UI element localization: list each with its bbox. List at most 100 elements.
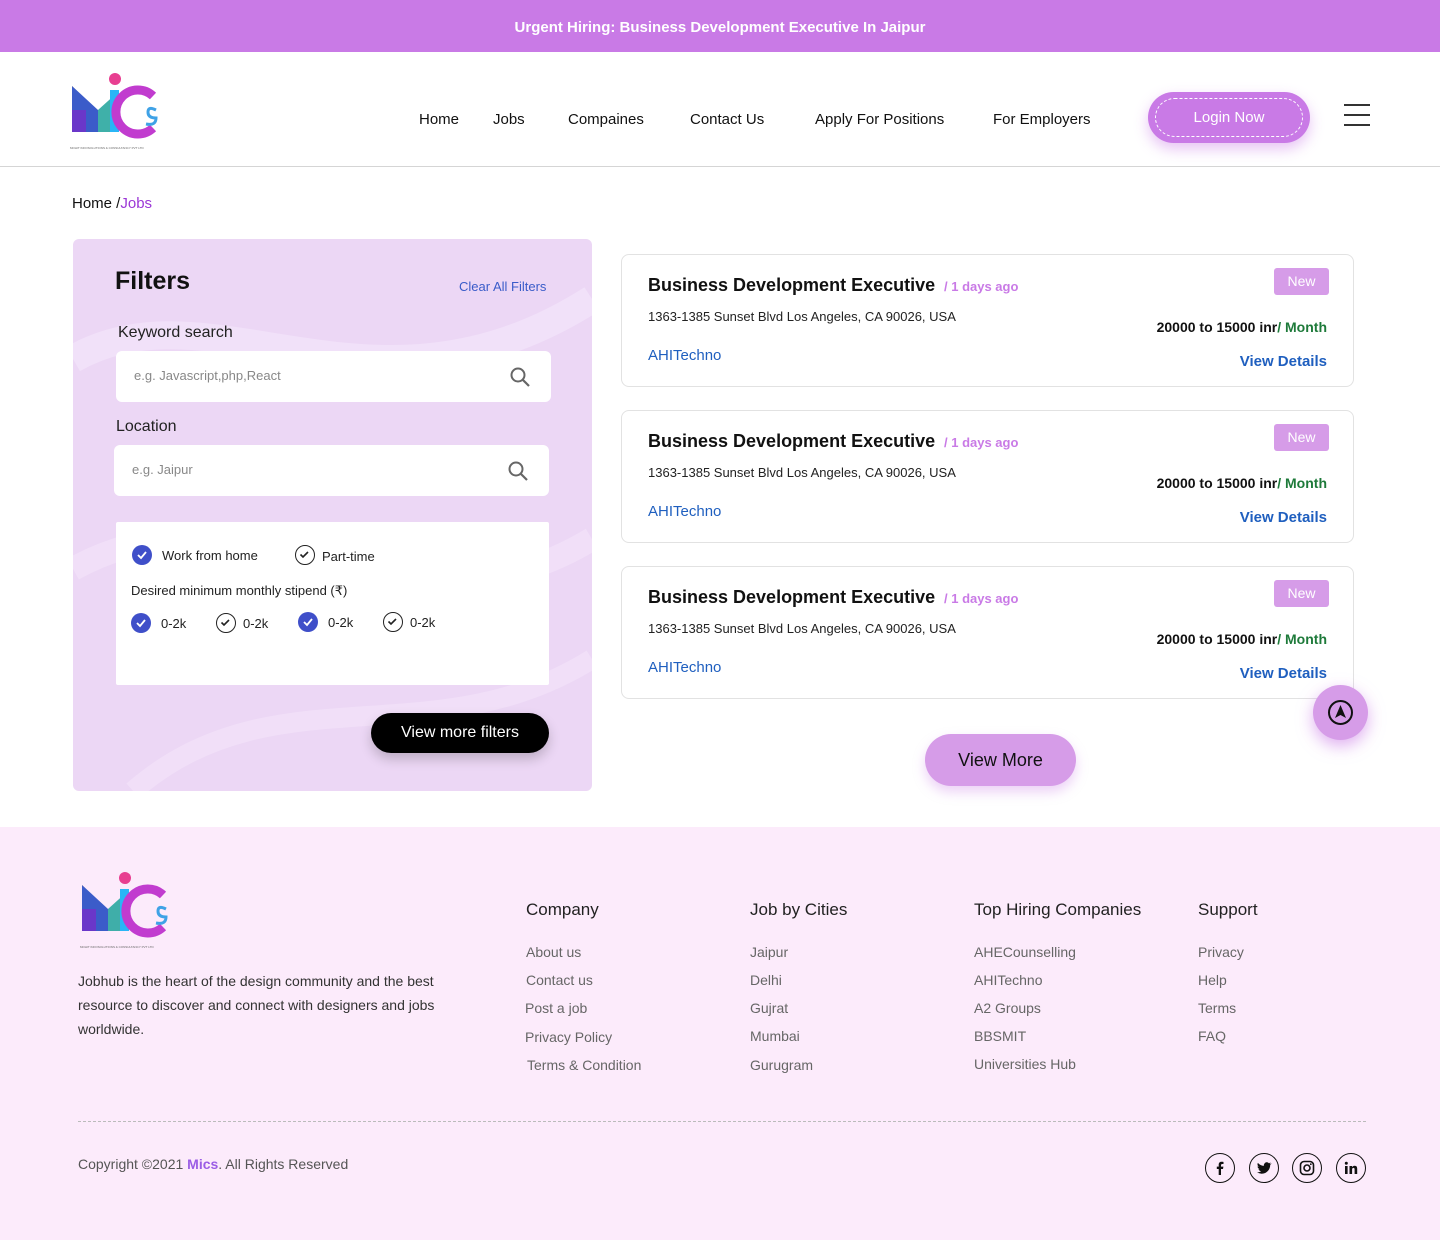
- facebook-icon[interactable]: [1205, 1153, 1235, 1183]
- filters-panel: Filters Clear All Filters Keyword search…: [73, 239, 592, 791]
- job-posted-time: / 1 days ago: [944, 591, 1019, 606]
- job-address: 1363-1385 Sunset Blvd Los Angeles, CA 90…: [648, 621, 956, 636]
- job-title[interactable]: Business Development Executive: [648, 275, 935, 296]
- job-card[interactable]: Business Development Executive / 1 days …: [621, 254, 1354, 387]
- check-icon: [387, 618, 397, 626]
- site-logo[interactable]: MOHIT INFOSOLUTIONS & CONSULTANCY PVT LT…: [70, 70, 162, 150]
- job-company-link[interactable]: AHITechno: [648, 347, 721, 364]
- footer-link[interactable]: FAQ: [1198, 1028, 1226, 1044]
- new-badge: New: [1274, 580, 1329, 607]
- search-icon[interactable]: [509, 366, 531, 388]
- nav-contact-us[interactable]: Contact Us: [690, 111, 764, 128]
- footer-link[interactable]: Universities Hub: [974, 1056, 1076, 1072]
- view-details-link[interactable]: View Details: [1240, 509, 1327, 526]
- footer-description: Jobhub is the heart of the design commun…: [78, 973, 435, 1037]
- view-details-link[interactable]: View Details: [1240, 665, 1327, 682]
- job-posted-time: / 1 days ago: [944, 279, 1019, 294]
- breadcrumb: Home /Jobs: [72, 195, 152, 212]
- location-input[interactable]: e.g. Jaipur: [114, 445, 549, 496]
- check-icon: [299, 551, 309, 559]
- job-address: 1363-1385 Sunset Blvd Los Angeles, CA 90…: [648, 309, 956, 324]
- work-from-home-checkbox[interactable]: [132, 545, 152, 565]
- footer-link[interactable]: Jaipur: [750, 944, 788, 960]
- nav-companies[interactable]: Compaines: [568, 111, 644, 128]
- job-card[interactable]: Business Development Executive / 1 days …: [621, 410, 1354, 543]
- footer-col-cities-title: Job by Cities: [750, 900, 848, 919]
- view-details-link[interactable]: View Details: [1240, 353, 1327, 370]
- linkedin-icon[interactable]: [1336, 1153, 1366, 1183]
- check-icon: [136, 619, 146, 628]
- footer-col-support-title: Support: [1198, 900, 1258, 919]
- keyword-search-input[interactable]: e.g. Javascript,php,React: [116, 351, 551, 402]
- footer-divider: [78, 1121, 1366, 1122]
- stipend-option-checkbox[interactable]: [216, 613, 236, 633]
- navigation-fab[interactable]: [1313, 685, 1368, 740]
- stipend-option-label: 0-2k: [243, 616, 269, 631]
- announcement-text: Urgent Hiring: Business Development Exec…: [514, 19, 926, 36]
- salary-amount: 20000 to 15000 inr: [1156, 475, 1278, 491]
- check-icon: [220, 619, 230, 627]
- check-icon: [303, 618, 313, 627]
- nav-jobs[interactable]: Jobs: [493, 111, 525, 128]
- stipend-option-checkbox[interactable]: [298, 612, 318, 632]
- nav-for-employers[interactable]: For Employers: [993, 111, 1091, 128]
- filters-title: Filters: [115, 267, 191, 295]
- breadcrumb-current[interactable]: Jobs: [120, 195, 152, 212]
- clear-all-filters-link[interactable]: Clear All Filters: [459, 279, 546, 294]
- footer-link[interactable]: BBSMIT: [974, 1028, 1026, 1044]
- salary-period: / Month: [1277, 475, 1327, 491]
- copyright-text: Copyright ©2021 Mics. All Rights Reserve…: [78, 1156, 348, 1172]
- twitter-icon[interactable]: [1249, 1153, 1279, 1183]
- nav-apply-for-positions[interactable]: Apply For Positions: [815, 111, 944, 128]
- footer-link[interactable]: A2 Groups: [974, 1000, 1041, 1016]
- stipend-option-checkbox[interactable]: [131, 613, 151, 633]
- logo-mark: [82, 872, 168, 938]
- keyword-placeholder: e.g. Javascript,php,React: [134, 368, 281, 383]
- footer-link[interactable]: Help: [1198, 972, 1227, 988]
- announcement-bar[interactable]: Urgent Hiring: Business Development Exec…: [0, 0, 1440, 52]
- footer-link[interactable]: Terms & Condition: [527, 1057, 641, 1073]
- job-company-link[interactable]: AHITechno: [648, 503, 721, 520]
- footer-link[interactable]: Privacy Policy: [525, 1029, 612, 1045]
- stipend-option-label: 0-2k: [161, 616, 187, 631]
- footer-link[interactable]: Privacy: [1198, 944, 1244, 960]
- part-time-checkbox[interactable]: [295, 545, 315, 565]
- salary-amount: 20000 to 15000 inr: [1156, 319, 1278, 335]
- footer-col-companies-title: Top Hiring Companies: [974, 900, 1142, 919]
- instagram-icon[interactable]: [1292, 1153, 1322, 1183]
- nav-home[interactable]: Home: [419, 111, 459, 128]
- footer-link[interactable]: Terms: [1198, 1000, 1236, 1016]
- search-icon[interactable]: [507, 460, 529, 482]
- salary-amount: 20000 to 15000 inr: [1156, 631, 1278, 647]
- job-salary: 20000 to 15000 inr/ Month: [1157, 319, 1327, 335]
- job-address: 1363-1385 Sunset Blvd Los Angeles, CA 90…: [648, 465, 956, 480]
- job-title[interactable]: Business Development Executive: [648, 587, 935, 608]
- stipend-option-label: 0-2k: [410, 615, 436, 630]
- login-button[interactable]: Login Now: [1148, 92, 1310, 143]
- footer-link[interactable]: About us: [526, 944, 581, 960]
- breadcrumb-home[interactable]: Home /: [72, 195, 120, 212]
- hamburger-icon[interactable]: [1344, 104, 1370, 126]
- stipend-option-checkbox[interactable]: [383, 612, 403, 632]
- copyright-brand-link[interactable]: Mics: [187, 1156, 218, 1172]
- site-footer: MOHIT INFOSOLUTIONS & CONSULTANCY PVT LT…: [0, 827, 1440, 1240]
- job-card[interactable]: Business Development Executive / 1 days …: [621, 566, 1354, 699]
- footer-link[interactable]: AHITechno: [974, 972, 1042, 988]
- view-more-button[interactable]: View More: [925, 734, 1076, 786]
- job-title[interactable]: Business Development Executive: [648, 431, 935, 452]
- stipend-option-label: 0-2k: [328, 615, 354, 630]
- footer-link[interactable]: Gujrat: [750, 1000, 788, 1016]
- footer-link[interactable]: Delhi: [750, 972, 782, 988]
- copyright-prefix: Copyright ©2021: [78, 1156, 188, 1172]
- footer-link[interactable]: Post a job: [525, 1000, 587, 1016]
- check-icon: [137, 551, 147, 560]
- background-waves: [73, 287, 592, 791]
- location-label: Location: [116, 418, 177, 435]
- footer-link[interactable]: Gurugram: [750, 1057, 813, 1073]
- footer-link[interactable]: AHECounselling: [974, 944, 1076, 960]
- footer-logo[interactable]: MOHIT INFOSOLUTIONS & CONSULTANCY PVT LT…: [80, 869, 172, 949]
- view-more-filters-button[interactable]: View more filters: [371, 713, 549, 753]
- footer-link[interactable]: Contact us: [526, 972, 593, 988]
- job-company-link[interactable]: AHITechno: [648, 659, 721, 676]
- footer-link[interactable]: Mumbai: [750, 1028, 800, 1044]
